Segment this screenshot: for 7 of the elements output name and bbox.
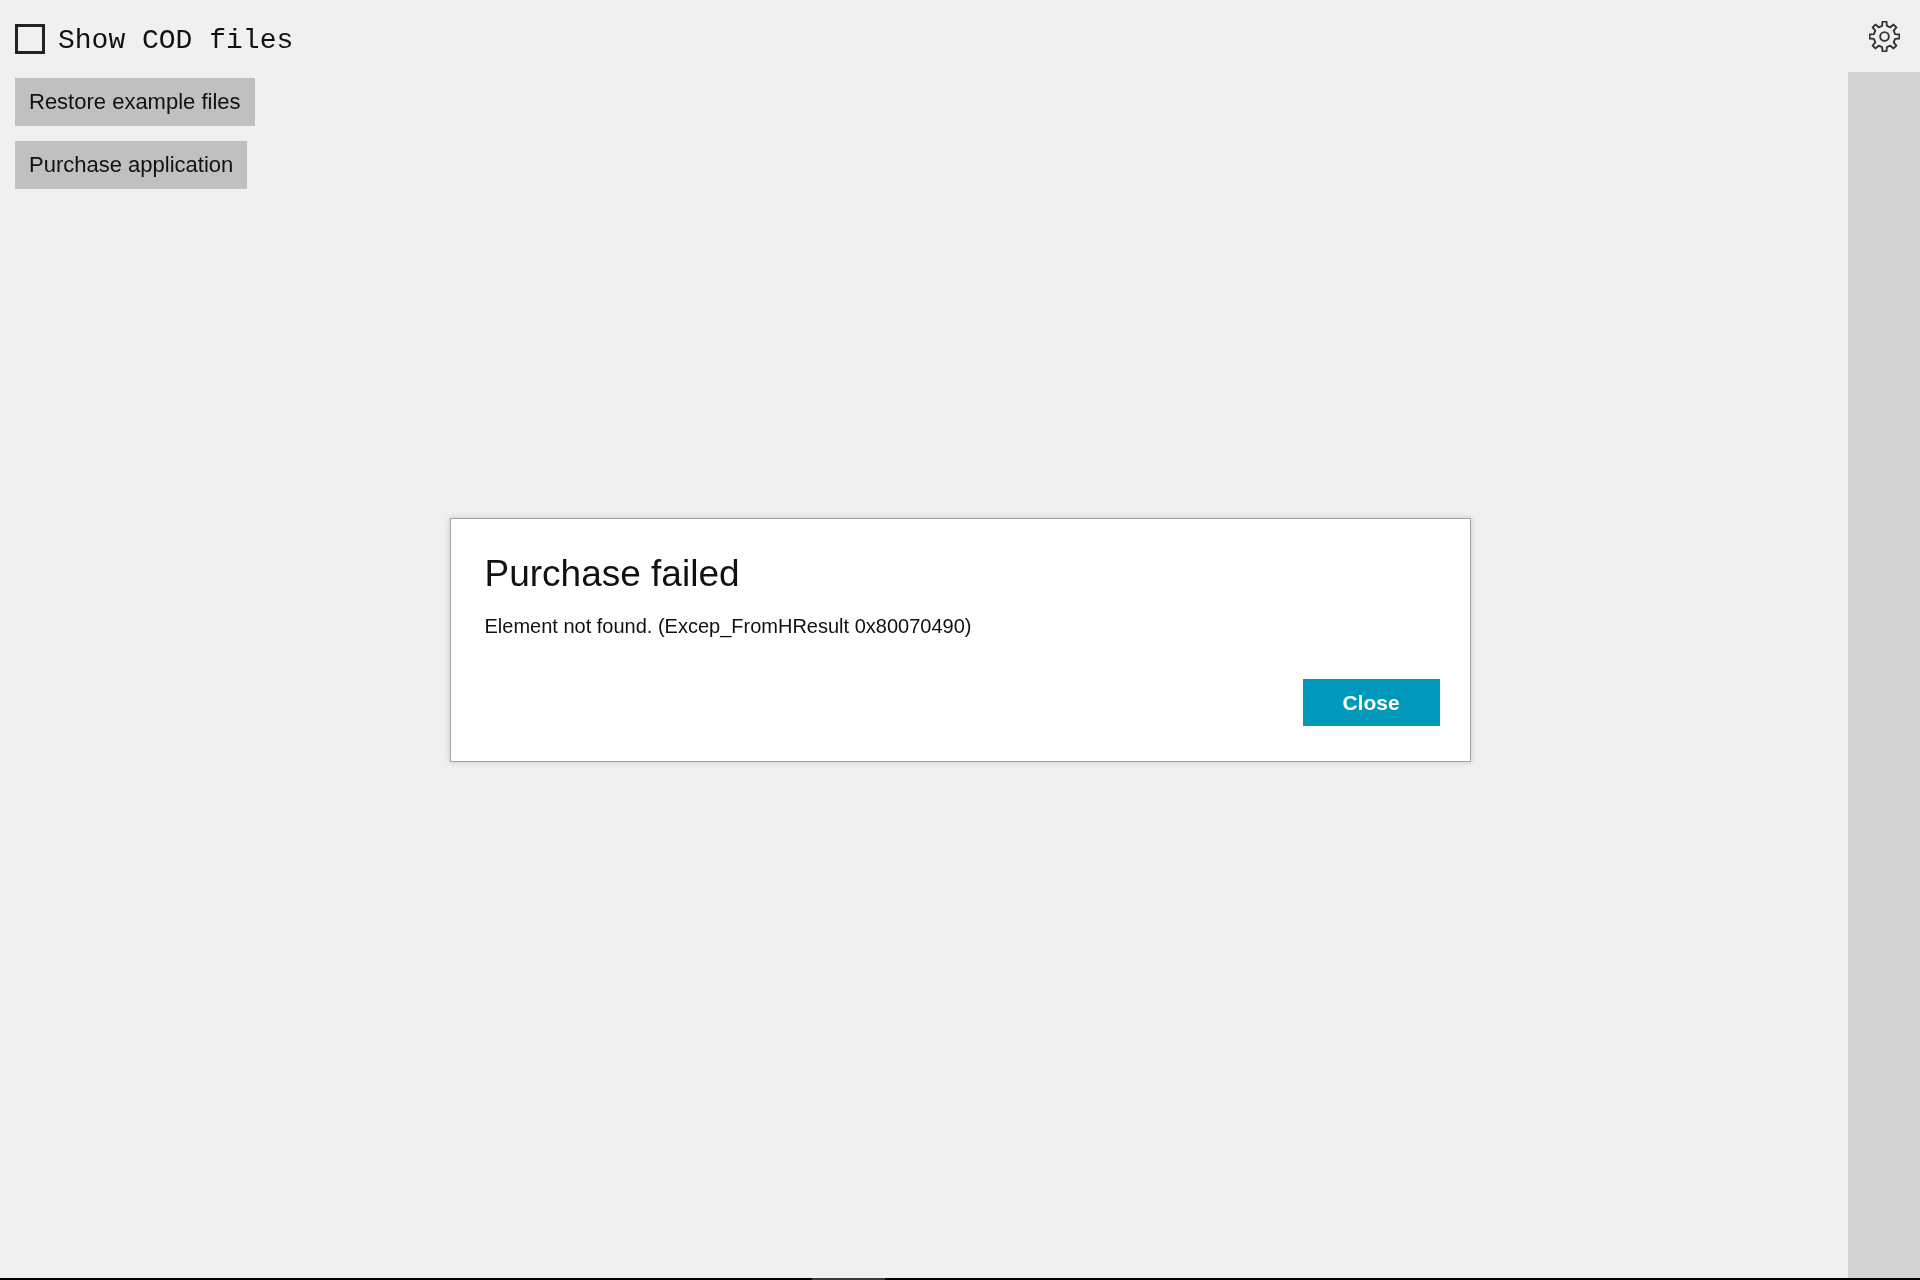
action-button[interactable]: Restore example files <box>15 78 255 126</box>
action-button[interactable]: Purchase application <box>15 141 248 189</box>
checkbox[interactable] <box>15 24 45 54</box>
dialog-title: Purchase failed <box>484 552 740 596</box>
settings-icon[interactable] <box>1868 21 1900 52</box>
dialog-message: Element not found. (Excep_FromHResult 0x80070490) <box>484 614 972 638</box>
checkbox-label: Show COD files <box>58 24 294 56</box>
